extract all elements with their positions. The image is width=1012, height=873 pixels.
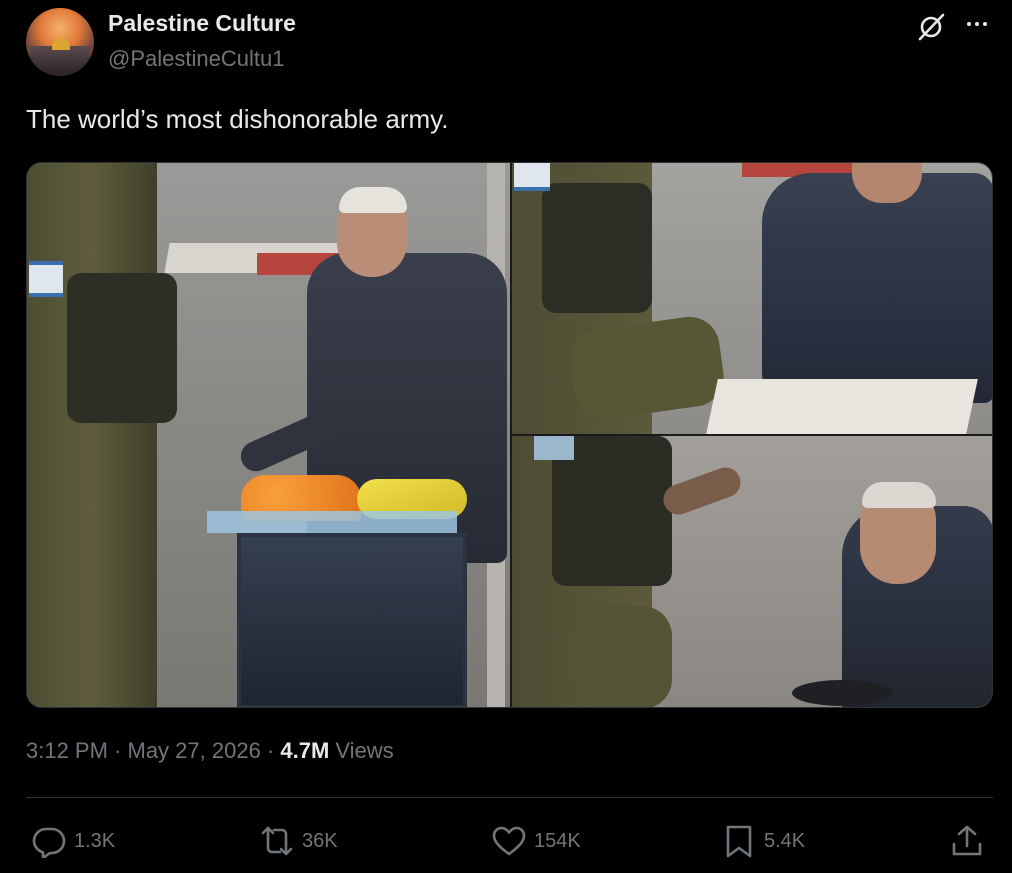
meta-separator: ·	[260, 738, 281, 763]
author-name[interactable]: Palestine Culture	[108, 10, 296, 37]
soldier-vest	[542, 183, 652, 313]
repost-button[interactable]: 36K	[260, 822, 338, 860]
bookmark-button[interactable]: 5.4K	[722, 822, 805, 860]
bookmark-count: 5.4K	[764, 829, 806, 852]
soldier-leg	[572, 606, 672, 707]
man-jacket	[762, 173, 992, 403]
share-icon	[952, 825, 982, 856]
tweet-media[interactable]	[26, 162, 993, 708]
avatar-city-skyline	[30, 46, 90, 76]
repost-icon	[261, 826, 293, 856]
tweet-date[interactable]: May 27, 2026	[128, 738, 261, 763]
bookmark-icon	[726, 825, 752, 858]
avatar[interactable]	[26, 8, 94, 76]
flag-patch	[29, 261, 63, 297]
soldier-arm	[659, 463, 745, 519]
media-frame-2[interactable]	[512, 163, 992, 434]
media-frame-1[interactable]	[27, 163, 510, 707]
views-count: 4.7M	[280, 738, 330, 763]
like-button[interactable]: 154K	[492, 822, 581, 860]
views-label: Views	[329, 738, 394, 763]
share-button[interactable]	[950, 822, 992, 860]
hat-on-ground	[792, 680, 892, 706]
cart	[237, 533, 467, 707]
tweet-text: The world’s most dishonorable army.	[26, 104, 449, 134]
cloth	[207, 511, 457, 533]
divider	[26, 797, 993, 798]
cloth	[706, 379, 978, 434]
tweet-time[interactable]: 3:12 PM	[26, 738, 108, 763]
soldier-vest	[67, 273, 177, 423]
man-hair	[339, 187, 407, 213]
more-icon[interactable]	[962, 12, 992, 38]
soldier-body	[27, 163, 157, 707]
reply-icon	[32, 827, 66, 858]
flag-patch	[534, 436, 574, 460]
man-hair	[862, 482, 936, 508]
repost-count: 36K	[302, 829, 338, 852]
avatar-dome	[52, 38, 70, 50]
author-handle[interactable]: @PalestineCultu1	[108, 46, 284, 72]
flag-patch	[514, 163, 550, 191]
meta-separator: ·	[107, 738, 128, 763]
like-count: 154K	[534, 829, 581, 852]
reply-button[interactable]: 1.3K	[32, 822, 115, 860]
media-frame-3[interactable]	[512, 436, 992, 707]
grok-icon[interactable]	[916, 12, 946, 42]
tweet-metadata: 3:12 PM · May 27, 2026 · 4.7M Views	[26, 738, 394, 764]
like-icon	[492, 826, 526, 856]
reply-count: 1.3K	[74, 829, 116, 852]
